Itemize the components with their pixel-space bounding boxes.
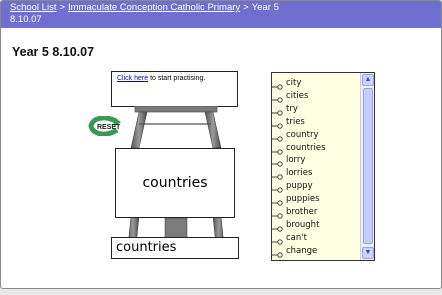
list-item-word: lorry: [286, 155, 306, 166]
hook-icon: [272, 252, 283, 258]
list-item[interactable]: city: [272, 77, 360, 90]
page-title: Year 5 8.10.07: [12, 45, 95, 59]
list-item[interactable]: brought: [272, 219, 360, 232]
list-item-word: try: [286, 103, 298, 114]
scroll-thumb[interactable]: [363, 88, 373, 244]
instruction-box: Click here to start practising.: [111, 71, 238, 107]
breadcrumb-school-link[interactable]: Immaculate Conception Catholic Primary: [68, 2, 240, 13]
breadcrumb-line-1: School List > Immaculate Conception Cathol…: [10, 2, 279, 14]
reset-button[interactable]: RESET: [87, 116, 123, 136]
word-list-panel: city cities try tries country countries lorry l…: [271, 72, 375, 261]
list-item[interactable]: can't: [272, 232, 360, 245]
list-item-word: brought: [286, 219, 320, 230]
list-item[interactable]: puppy: [272, 180, 360, 193]
start-practising-link[interactable]: Click here: [117, 75, 148, 82]
word-list-scrollbar[interactable]: ▲ ▼: [360, 73, 374, 260]
list-item[interactable]: lorries: [272, 167, 360, 180]
breadcrumb-separator: >: [243, 2, 249, 13]
breadcrumb-line-2: 8.10.07: [10, 14, 42, 26]
instruction-text: to start practising.: [150, 75, 206, 82]
list-item[interactable]: change: [272, 245, 360, 258]
breadcrumb-separator: >: [59, 2, 66, 13]
current-word-card: countries: [115, 148, 235, 218]
list-item[interactable]: cities: [272, 90, 360, 103]
list-item-word: puppies: [286, 194, 320, 205]
list-item[interactable]: lorry: [272, 154, 360, 168]
list-item-word: country: [286, 129, 319, 140]
list-item-word: cities: [286, 90, 309, 101]
word-list: city cities try tries country countries lorry l…: [272, 73, 360, 260]
list-item-word: lorries: [286, 168, 313, 179]
list-item-word: can't: [286, 232, 307, 243]
list-item[interactable]: try: [272, 103, 360, 116]
list-item[interactable]: tries: [272, 116, 360, 129]
list-item-word: brother: [286, 207, 318, 217]
list-item-word: change: [286, 245, 318, 256]
list-item[interactable]: brother: [272, 206, 360, 219]
reset-label: RESET: [97, 124, 121, 131]
breadcrumb-date: 8.10.07: [10, 14, 42, 25]
breadcrumb-school-list-link[interactable]: School List: [10, 2, 56, 13]
list-item-word: tries: [286, 116, 305, 127]
chevron-down-icon[interactable]: ▼: [362, 247, 374, 259]
breadcrumb: School List > Immaculate Conception Cathol…: [1, 1, 441, 28]
list-item[interactable]: country: [272, 129, 360, 142]
chevron-up-icon[interactable]: ▲: [362, 74, 374, 86]
list-item-word: countries: [286, 142, 326, 153]
answer-field[interactable]: countries: [111, 237, 239, 259]
breadcrumb-class: Year 5: [251, 2, 279, 13]
app-window: School List > Immaculate Conception Cathol…: [0, 0, 442, 289]
list-item-word: puppy: [286, 181, 313, 192]
list-item[interactable]: puppies: [272, 193, 360, 206]
list-item[interactable]: countries: [272, 142, 360, 155]
list-item-word: city: [286, 78, 302, 88]
